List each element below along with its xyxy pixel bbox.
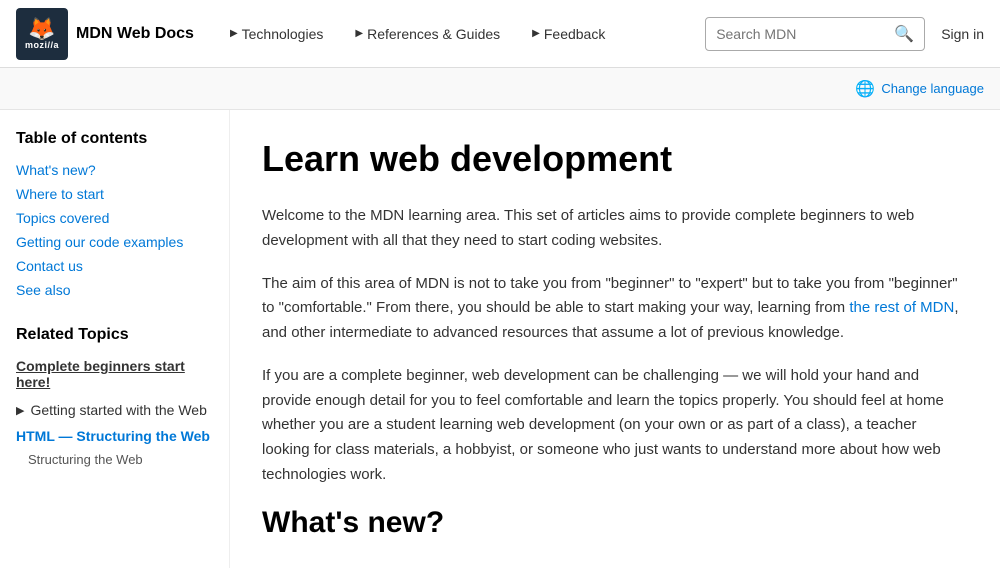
- related-topics-title: Related Topics: [16, 326, 213, 344]
- logo-text-area: MDN Web Docs: [76, 25, 194, 43]
- toc-link-code-examples[interactable]: Getting our code examples: [16, 234, 183, 250]
- toc-title: Table of contents: [16, 130, 213, 148]
- nav-feedback-label: Feedback: [544, 26, 605, 42]
- sidebar: Table of contents What's new? Where to s…: [0, 110, 230, 568]
- logo-link[interactable]: 🦊 mozi//a MDN Web Docs: [16, 8, 194, 60]
- list-item: Getting our code examples: [16, 234, 213, 250]
- list-item: See also: [16, 282, 213, 298]
- main-content: Learn web development Welcome to the MDN…: [230, 110, 1000, 568]
- main-layout: Table of contents What's new? Where to s…: [0, 110, 1000, 568]
- chevron-icon: ▶: [16, 404, 24, 417]
- nav-arrow-references: ▶: [355, 28, 363, 39]
- main-nav: ▶ Technologies ▶ References & Guides ▶ F…: [218, 18, 705, 50]
- list-item: What's new?: [16, 162, 213, 178]
- intro-paragraph-1: Welcome to the MDN learning area. This s…: [262, 204, 968, 254]
- flame-icon: 🦊: [28, 18, 55, 40]
- search-button[interactable]: 🔍: [894, 24, 914, 44]
- toc-link-topics-covered[interactable]: Topics covered: [16, 210, 109, 226]
- whats-new-heading: What's new?: [262, 506, 968, 540]
- change-language-label: Change language: [881, 81, 984, 96]
- change-language-button[interactable]: 🌐 Change language: [855, 79, 984, 99]
- list-item: Topics covered: [16, 210, 213, 226]
- html-section-link[interactable]: HTML — Structuring the Web: [16, 428, 213, 444]
- rest-of-mdn-link[interactable]: the rest of MDN: [849, 299, 954, 316]
- related-getting-started[interactable]: ▶ Getting started with the Web: [16, 402, 213, 418]
- list-item: Contact us: [16, 258, 213, 274]
- nav-arrow-technologies: ▶: [230, 28, 238, 39]
- list-item: Where to start: [16, 186, 213, 202]
- logo-box: 🦊 mozi//a: [16, 8, 68, 60]
- header: 🦊 mozi//a MDN Web Docs ▶ Technologies ▶ …: [0, 0, 1000, 68]
- related-getting-started-label: Getting started with the Web: [30, 402, 206, 418]
- nav-technologies[interactable]: ▶ Technologies: [218, 18, 335, 50]
- sign-in-link[interactable]: Sign in: [941, 26, 984, 42]
- toc-link-contact-us[interactable]: Contact us: [16, 258, 83, 274]
- globe-icon: 🌐: [855, 79, 875, 99]
- nav-technologies-label: Technologies: [242, 26, 324, 42]
- nav-feedback[interactable]: ▶ Feedback: [520, 18, 617, 50]
- logo-main-label: MDN Web Docs: [76, 25, 194, 43]
- search-box: 🔍: [705, 17, 925, 51]
- toc-link-where-to-start[interactable]: Where to start: [16, 186, 104, 202]
- nav-arrow-feedback: ▶: [532, 28, 540, 39]
- logo-sub-text: mozi//a: [25, 40, 59, 50]
- intro-paragraph-3: If you are a complete beginner, web deve…: [262, 364, 968, 488]
- nav-references-label: References & Guides: [367, 26, 500, 42]
- page-title: Learn web development: [262, 138, 968, 180]
- toc-link-whats-new[interactable]: What's new?: [16, 162, 96, 178]
- language-bar: 🌐 Change language: [0, 68, 1000, 110]
- intro-paragraph-2: The aim of this area of MDN is not to ta…: [262, 272, 968, 346]
- nav-references[interactable]: ▶ References & Guides: [343, 18, 512, 50]
- toc-link-see-also[interactable]: See also: [16, 282, 70, 298]
- html-sub-label: Structuring the Web: [16, 452, 213, 467]
- toc-list: What's new? Where to start Topics covere…: [16, 162, 213, 298]
- search-input[interactable]: [716, 26, 894, 42]
- related-complete-beginners[interactable]: Complete beginners start here!: [16, 358, 213, 390]
